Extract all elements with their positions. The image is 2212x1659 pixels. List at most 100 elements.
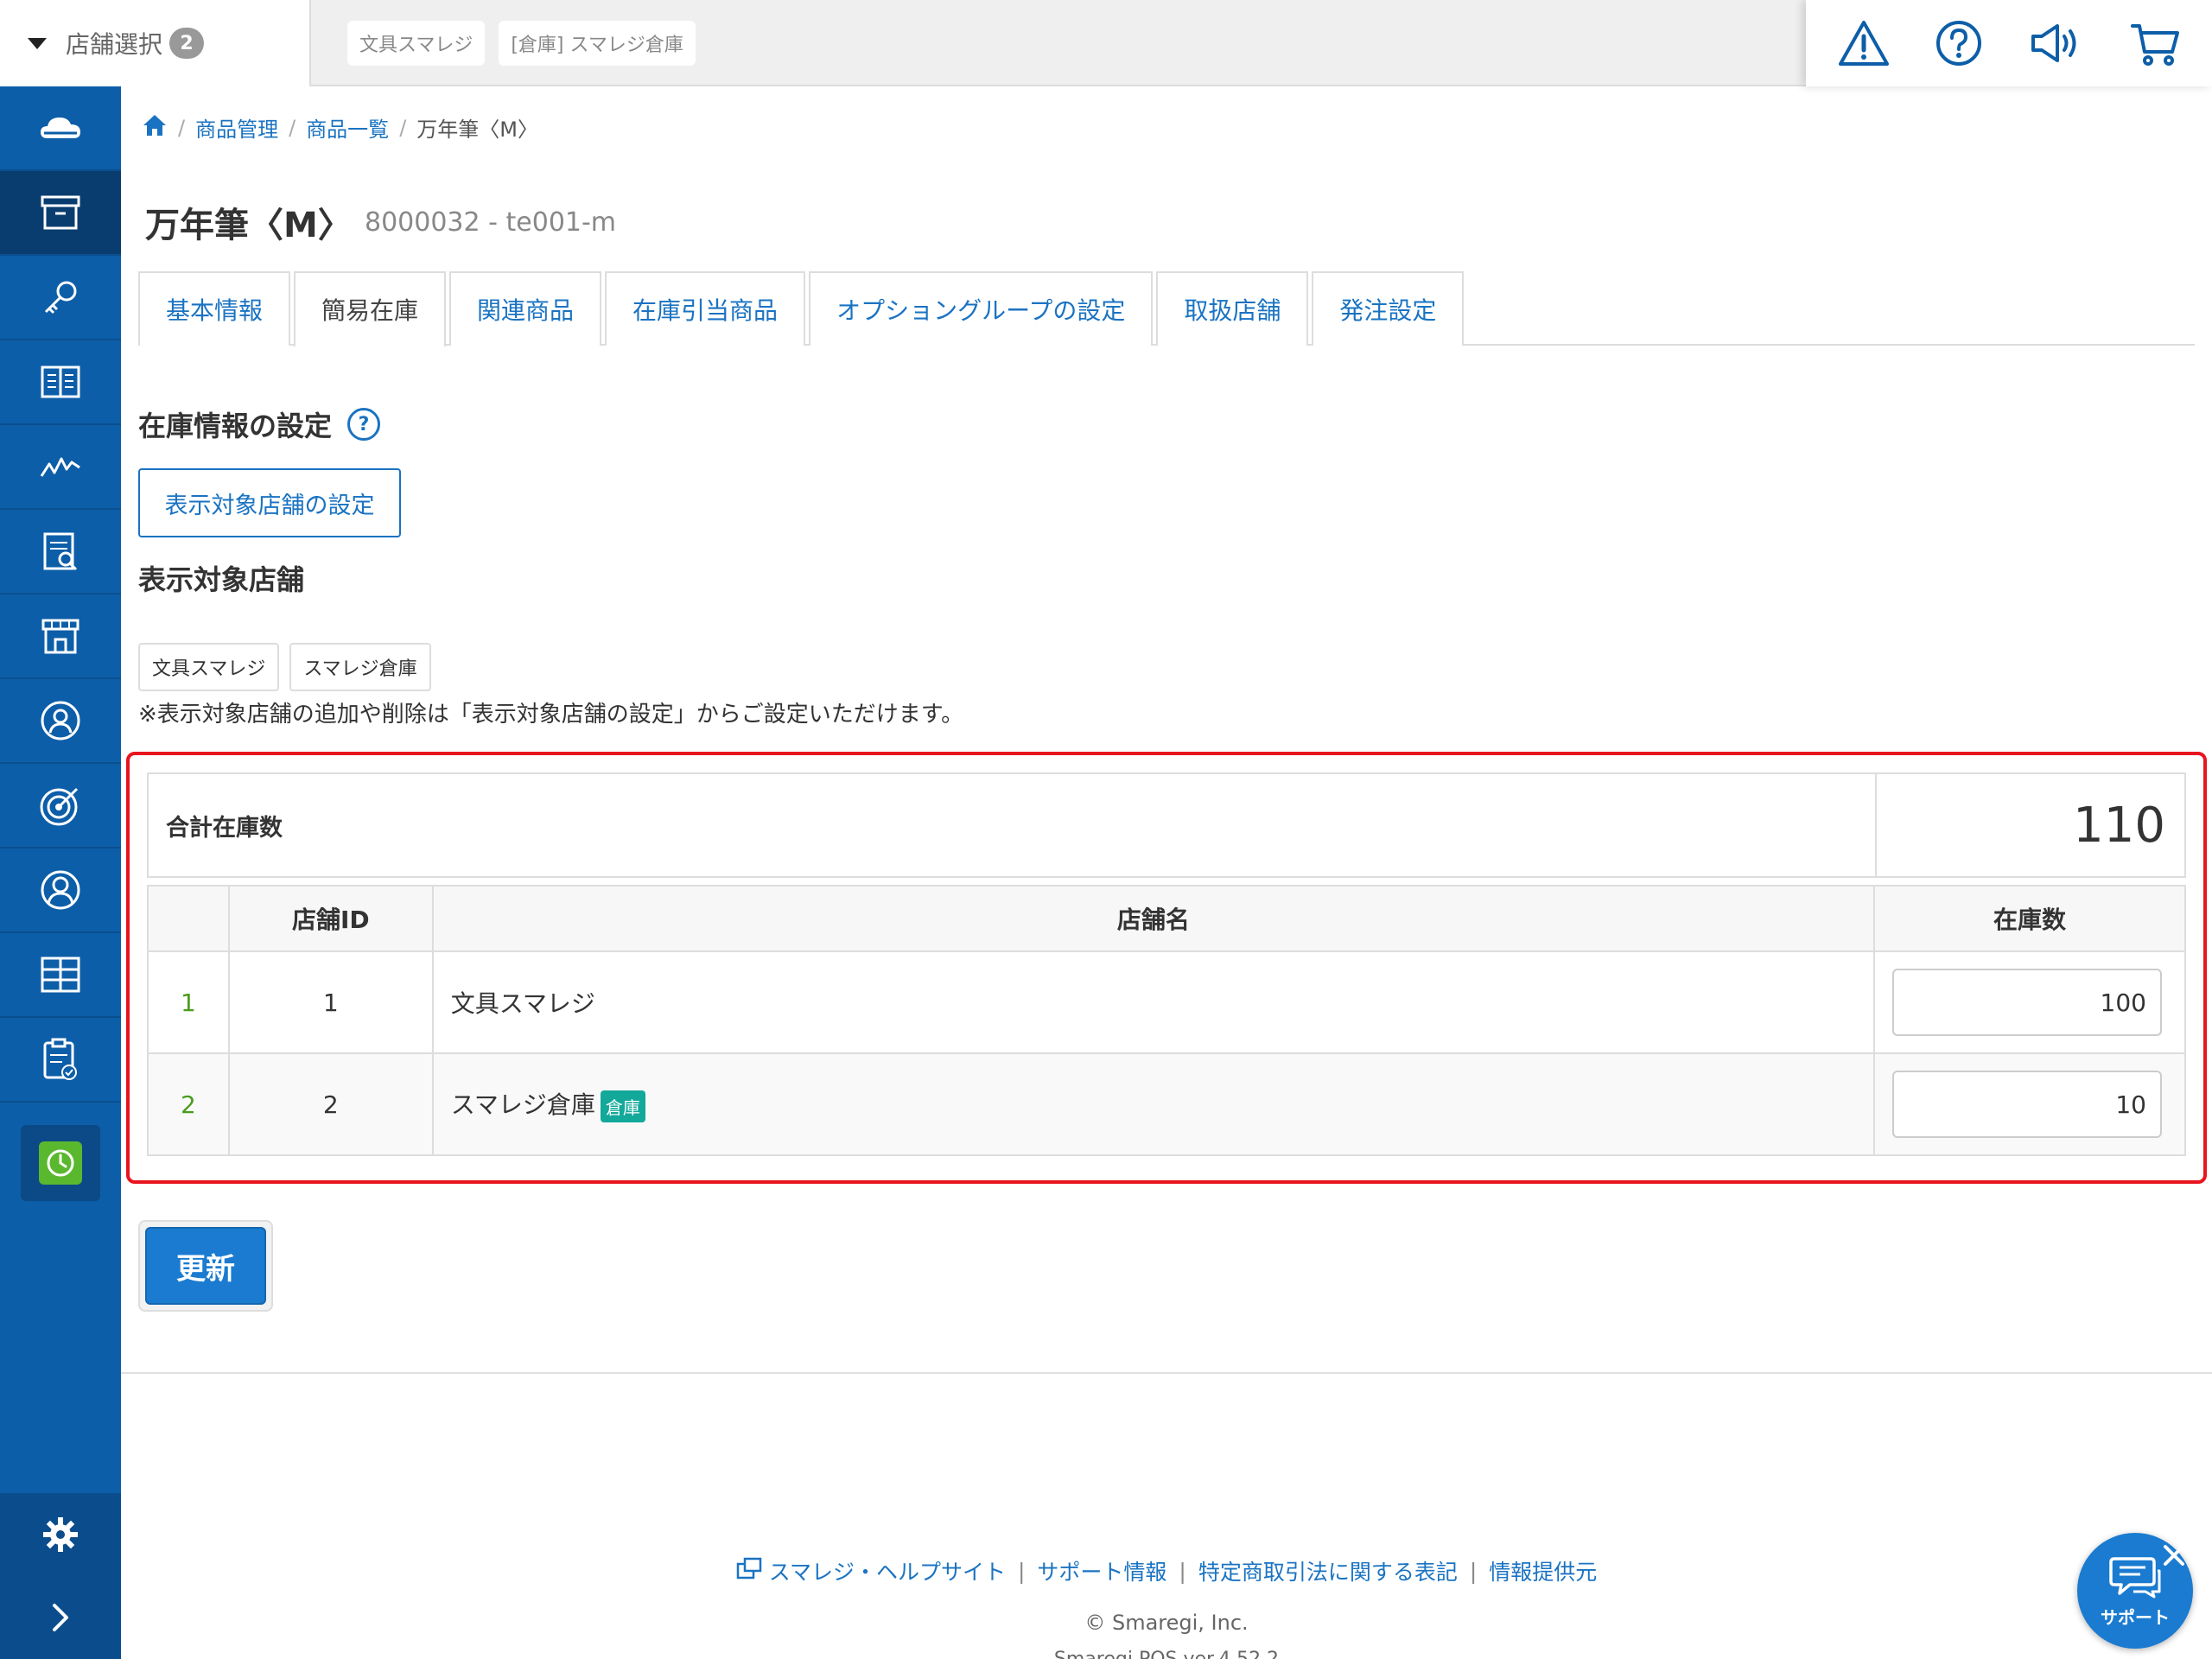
sidebar-item-report[interactable]	[0, 510, 121, 594]
store-chip: 文具スマレジ	[347, 21, 486, 66]
cloud-icon	[41, 118, 80, 138]
store-count-badge: 2	[169, 28, 205, 59]
caret-down-icon	[28, 37, 47, 49]
tab-order-settings[interactable]: 発注設定	[1312, 271, 1465, 346]
tab-related-products[interactable]: 関連商品	[449, 271, 602, 346]
sidebar-expand[interactable]	[0, 1576, 121, 1659]
total-stock-label: 合計在庫数	[149, 774, 1877, 876]
home-icon[interactable]	[142, 113, 168, 143]
warehouse-badge: 倉庫	[600, 1090, 645, 1122]
breadcrumb-separator: /	[178, 115, 186, 140]
store-name: 文具スマレジ	[450, 989, 595, 1018]
sidebar-item-cloud[interactable]	[0, 86, 121, 171]
quantity-input[interactable]	[1891, 969, 2162, 1036]
footer-link-info-provider[interactable]: 情報提供元	[1489, 1555, 1597, 1586]
top-icon-group	[1806, 0, 2212, 86]
total-stock-row: 合計在庫数 110	[147, 772, 2186, 878]
store-select-dropdown[interactable]: 店舗選択 2	[0, 0, 311, 86]
quantity-input[interactable]	[1891, 1071, 2162, 1138]
store-chip: [倉庫] スマレジ倉庫	[499, 21, 696, 66]
analytics-icon	[40, 457, 80, 477]
total-stock-value: 110	[2073, 797, 2165, 854]
footer-links: スマレジ・ヘルプサイト | サポート情報 | 特定商取引法に関する表記 | 情報…	[121, 1555, 2212, 1586]
chat-icon	[2109, 1556, 2161, 1598]
support-label: サポート	[2101, 1606, 2170, 1628]
help-icon[interactable]: ?	[347, 408, 381, 441]
update-button[interactable]: 更新	[145, 1227, 266, 1305]
store-name-cell: スマレジ倉庫 倉庫	[431, 1052, 1875, 1156]
gear-icon	[43, 1517, 78, 1552]
footer-divider	[121, 1372, 2212, 1374]
external-link-icon	[736, 1557, 762, 1585]
stock-table: 店舗ID 店舗名 在庫数 1 1 文具スマレジ 2	[147, 885, 2187, 1156]
selected-store-chips: 文具スマレジ [倉庫] スマレジ倉庫	[347, 21, 696, 66]
support-close-icon[interactable]	[2158, 1540, 2190, 1571]
table-row: 2 2 スマレジ倉庫 倉庫	[147, 1052, 2187, 1156]
sidebar-item-products[interactable]	[0, 171, 121, 256]
target-store-chip: スマレジ倉庫	[289, 643, 431, 691]
update-button-wrap: 更新	[138, 1220, 273, 1312]
sidebar-item-staff[interactable]	[0, 849, 121, 933]
checklist-icon	[43, 1038, 77, 1080]
breadcrumb-link-product-management[interactable]: 商品管理	[195, 112, 278, 143]
sidebar	[0, 86, 121, 1659]
store-id-cell: 1	[227, 950, 434, 1054]
chevron-right-icon	[53, 1604, 68, 1631]
footer-copyright: © Smaregi, Inc.	[1084, 1611, 1249, 1635]
target-icon	[40, 787, 79, 826]
top-bar: 店舗選択 2 文具スマレジ [倉庫] スマレジ倉庫	[0, 0, 2212, 86]
stock-settings-title: 在庫情報の設定 ?	[138, 404, 381, 444]
table-header-row: 店舗ID 店舗名 在庫数	[147, 885, 2187, 952]
warning-icon[interactable]	[1837, 19, 1891, 67]
tab-option-group[interactable]: オプショングループの設定	[809, 271, 1154, 346]
sidebar-item-timecard[interactable]	[21, 1125, 100, 1201]
report-icon	[43, 532, 78, 571]
row-number: 2	[147, 1052, 230, 1156]
target-store-setting-button[interactable]: 表示対象店舗の設定	[138, 468, 401, 537]
sidebar-item-target[interactable]	[0, 764, 121, 849]
footer-link-help-site[interactable]: スマレジ・ヘルプサイト	[769, 1555, 1006, 1586]
cart-icon[interactable]	[2129, 19, 2181, 67]
quantity-cell	[1872, 1052, 2187, 1156]
tab-bar: 基本情報 簡易在庫 関連商品 在庫引当商品 オプショングループの設定 取扱店舗 …	[138, 271, 2195, 347]
sidebar-item-analytics[interactable]	[0, 425, 121, 510]
footer-link-support-info[interactable]: サポート情報	[1037, 1555, 1166, 1586]
ledger-icon	[41, 365, 80, 398]
header-quantity: 在庫数	[1872, 885, 2187, 952]
page-title: 万年筆〈M〉	[145, 206, 353, 245]
header-store-id: 店舗ID	[227, 885, 434, 952]
footer-separator: |	[1017, 1558, 1026, 1584]
sidebar-item-checklist[interactable]	[0, 1018, 121, 1103]
store-name: スマレジ倉庫	[450, 1090, 595, 1120]
tab-basic-info[interactable]: 基本情報	[138, 271, 291, 346]
sidebar-item-store[interactable]	[0, 594, 121, 679]
staff-icon	[41, 870, 80, 910]
tab-stock-allocation[interactable]: 在庫引当商品	[605, 271, 806, 346]
target-stores-title: 表示対象店舗	[138, 563, 305, 596]
breadcrumb-link-product-list[interactable]: 商品一覧	[306, 112, 389, 143]
store-id-cell: 2	[227, 1052, 434, 1156]
stock-settings-title-text: 在庫情報の設定	[138, 410, 333, 442]
target-store-chip: 文具スマレジ	[138, 643, 280, 691]
sidebar-item-key[interactable]	[0, 256, 121, 340]
quantity-cell	[1872, 950, 2187, 1054]
sidebar-item-grid[interactable]	[0, 933, 121, 1018]
sidebar-settings[interactable]	[0, 1493, 121, 1576]
main-content: / 商品管理 / 商品一覧 / 万年筆〈M〉 万年筆〈M〉 8000032 - …	[121, 86, 2212, 1659]
footer-link-commerce-law[interactable]: 特定商取引法に関する表記	[1198, 1555, 1458, 1586]
footer-separator: |	[1179, 1558, 1186, 1584]
product-box-icon	[41, 195, 80, 230]
tab-handling-stores[interactable]: 取扱店舗	[1156, 271, 1309, 346]
footer-separator: |	[1469, 1558, 1478, 1584]
store-icon	[41, 619, 79, 654]
tab-simple-stock[interactable]: 簡易在庫	[294, 271, 447, 347]
announcement-icon[interactable]	[2028, 19, 2085, 67]
header-store-name: 店舗名	[431, 885, 1875, 952]
footer-version: Smaregi POS ver.4.52.2	[121, 1649, 2212, 1659]
sidebar-item-ledger[interactable]	[0, 340, 121, 425]
sidebar-item-customer[interactable]	[0, 679, 121, 764]
breadcrumb-current: 万年筆〈M〉	[416, 118, 538, 142]
help-icon[interactable]	[1935, 19, 1983, 67]
target-store-chips: 文具スマレジ スマレジ倉庫	[138, 643, 431, 691]
breadcrumb: / 商品管理 / 商品一覧 / 万年筆〈M〉	[142, 112, 538, 143]
